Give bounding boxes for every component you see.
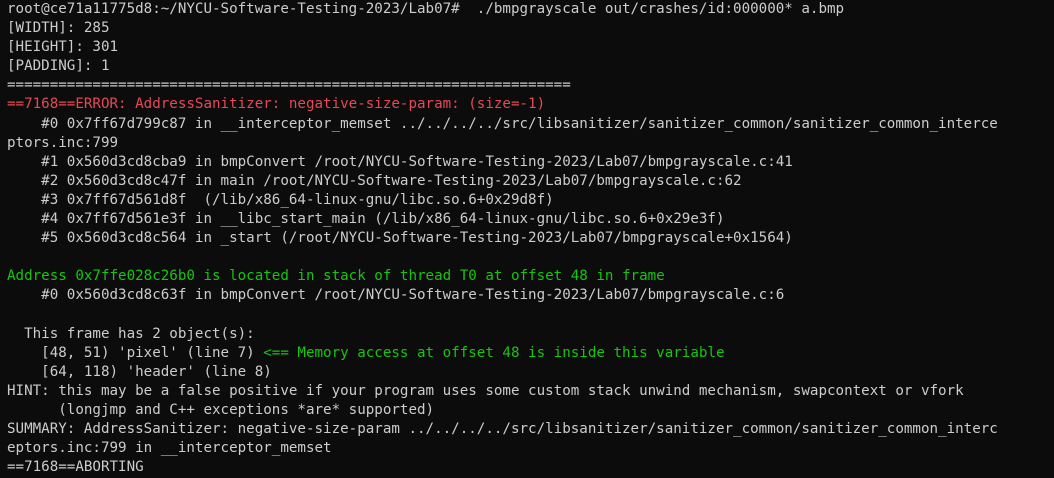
output-padding: [PADDING]: 1 — [7, 58, 110, 75]
aborting-line: ==7168==ABORTING — [7, 459, 144, 476]
summary-line: SUMMARY: AddressSanitizer: negative-size… — [7, 421, 998, 438]
command-text: ./bmpgrayscale out/crashes/id:000000* a.… — [459, 1, 845, 17]
shell-prompt: root@ce71a11775d8:~/NYCU-Software-Testin… — [7, 1, 460, 17]
stack-frame-0: #0 0x7ff67d799c87 in __interceptor_memse… — [7, 115, 998, 132]
object-pixel: [48, 51) 'pixel' (line 7) — [7, 344, 255, 361]
hint-line-continued: (longjmp and C++ exceptions *are* suppor… — [7, 401, 435, 418]
stack-frame-2: #2 0x560d3cd8c47f in main /root/NYCU-Sof… — [7, 172, 742, 189]
stack-frame-4: #4 0x7ff67d561e3f in __libc_start_main (… — [7, 211, 725, 228]
object-header-line: [64, 118) 'header' (line 8) — [7, 363, 272, 380]
output-width: [WIDTH]: 285 — [7, 20, 110, 37]
object-pixel-line: [48, 51) 'pixel' (line 7) <== Memory acc… — [7, 344, 1050, 363]
command-line: root@ce71a11775d8:~/NYCU-Software-Testin… — [7, 0, 1050, 19]
hint-line: HINT: this may be a false positive if yo… — [7, 382, 964, 399]
stack-frame-0-wrap: ptors.inc:799 — [7, 134, 119, 151]
summary-line-wrap: eptors.inc:799 in __interceptor_memset — [7, 440, 332, 457]
object-pixel-note: <== Memory access at offset 48 is inside… — [254, 344, 725, 361]
asan-error-line: ==7168==ERROR: AddressSanitizer: negativ… — [7, 96, 546, 113]
stack-frame-3: #3 0x7ff67d561d8f (/lib/x86_64-linux-gnu… — [7, 191, 554, 208]
stack-frame-1: #1 0x560d3cd8cba9 in bmpConvert /root/NY… — [7, 153, 793, 170]
output-height: [HEIGHT]: 301 — [7, 39, 119, 56]
terminal-window[interactable]: root@ce71a11775d8:~/NYCU-Software-Testin… — [0, 0, 1054, 478]
stack-frame-5: #5 0x560d3cd8c564 in _start (/root/NYCU-… — [7, 230, 793, 247]
frame-line: #0 0x560d3cd8c63f in bmpConvert /root/NY… — [7, 287, 785, 304]
separator-line: ========================================… — [7, 77, 571, 94]
frame-objects-header: This frame has 2 object(s): — [7, 325, 255, 342]
address-info-line: Address 0x7ffe028c26b0 is located in sta… — [7, 268, 665, 285]
